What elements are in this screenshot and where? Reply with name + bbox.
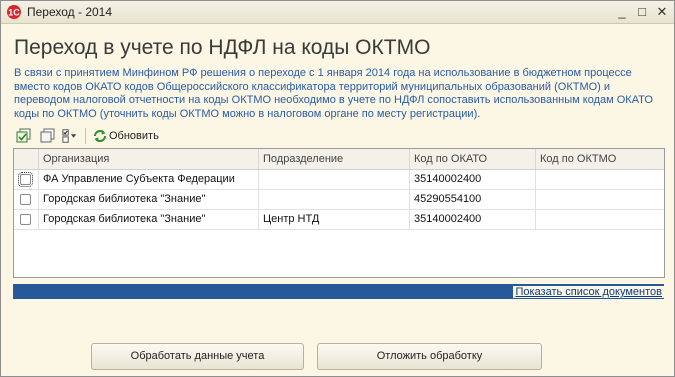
info-line: переводом налоговой отчетности на коды О… bbox=[14, 94, 653, 107]
oktmo-cell[interactable] bbox=[536, 190, 664, 209]
title-bar: 1С Переход - 2014 _ □ ✕ bbox=[1, 1, 674, 24]
oktmo-cell[interactable] bbox=[536, 210, 664, 229]
process-data-button[interactable]: Обработать данные учета bbox=[91, 343, 304, 370]
organization-cell[interactable]: Городская библиотека "Знание" bbox=[39, 190, 259, 209]
info-line: коды по ОКТМО (уточнить коды ОКТМО можно… bbox=[14, 107, 481, 120]
postpone-button[interactable]: Отложить обработку bbox=[317, 343, 542, 370]
close-button[interactable]: ✕ bbox=[653, 3, 671, 20]
oktmo-cell[interactable] bbox=[536, 170, 664, 189]
maximize-button[interactable]: □ bbox=[633, 3, 651, 20]
select-all-icon[interactable] bbox=[16, 128, 32, 144]
page-title: Переход в учете по НДФЛ на коды ОКТМО bbox=[14, 36, 431, 59]
subdivision-cell[interactable] bbox=[259, 170, 410, 189]
svg-text:1С: 1С bbox=[8, 8, 20, 18]
table-row[interactable]: Городская библиотека "Знание" 4529055410… bbox=[14, 190, 664, 210]
toolbar: Обновить bbox=[14, 127, 664, 145]
row-checkbox[interactable] bbox=[20, 194, 31, 205]
checkbox-cell bbox=[14, 170, 39, 189]
header-oktmo[interactable]: Код по ОКТМО bbox=[536, 149, 664, 169]
header-checkbox-column bbox=[14, 149, 39, 169]
table-row[interactable]: Городская библиотека "Знание" Центр НТД … bbox=[14, 210, 664, 230]
okato-cell[interactable]: 45290554100 bbox=[410, 190, 536, 209]
checklist-menu-icon[interactable] bbox=[62, 128, 78, 144]
okato-cell[interactable]: 35140002400 bbox=[410, 170, 536, 189]
deselect-all-icon[interactable] bbox=[40, 128, 56, 144]
header-organization[interactable]: Организация bbox=[39, 149, 259, 169]
organization-cell[interactable]: Городская библиотека "Знание" bbox=[39, 210, 259, 229]
subdivision-cell[interactable]: Центр НТД bbox=[259, 210, 410, 229]
okato-cell[interactable]: 35140002400 bbox=[410, 210, 536, 229]
show-documents-link[interactable]: Показать список документов bbox=[513, 286, 664, 298]
info-line: В связи с принятием Минфином РФ решения … bbox=[14, 67, 632, 79]
checkbox-cell bbox=[14, 190, 39, 209]
header-okato[interactable]: Код по ОКАТО bbox=[410, 149, 536, 169]
table-header: Организация Подразделение Код по ОКАТО К… bbox=[14, 149, 664, 170]
minimize-button[interactable]: _ bbox=[613, 3, 631, 20]
refresh-icon[interactable] bbox=[92, 128, 108, 144]
info-text: В связи с принятием Минфином РФ решения … bbox=[14, 67, 664, 121]
toolbar-separator bbox=[85, 128, 86, 144]
refresh-button[interactable]: Обновить bbox=[109, 130, 159, 142]
table-row[interactable]: ФА Управление Субъекта Федерации 3514000… bbox=[14, 170, 664, 190]
subdivision-cell[interactable] bbox=[259, 190, 410, 209]
main-window: 1С Переход - 2014 _ □ ✕ Переход в учете … bbox=[0, 0, 675, 377]
row-checkbox[interactable] bbox=[18, 172, 33, 187]
info-line: вместо кодов ОКАТО кодов Общероссийского… bbox=[14, 80, 611, 93]
organization-cell[interactable]: ФА Управление Субъекта Федерации bbox=[39, 170, 259, 189]
checkbox-cell bbox=[14, 210, 39, 229]
row-checkbox[interactable] bbox=[20, 214, 31, 225]
window-title: Переход - 2014 bbox=[27, 5, 113, 19]
app-logo-icon: 1С bbox=[7, 5, 21, 19]
organizations-table: Организация Подразделение Код по ОКАТО К… bbox=[13, 148, 665, 278]
header-subdivision[interactable]: Подразделение bbox=[259, 149, 410, 169]
